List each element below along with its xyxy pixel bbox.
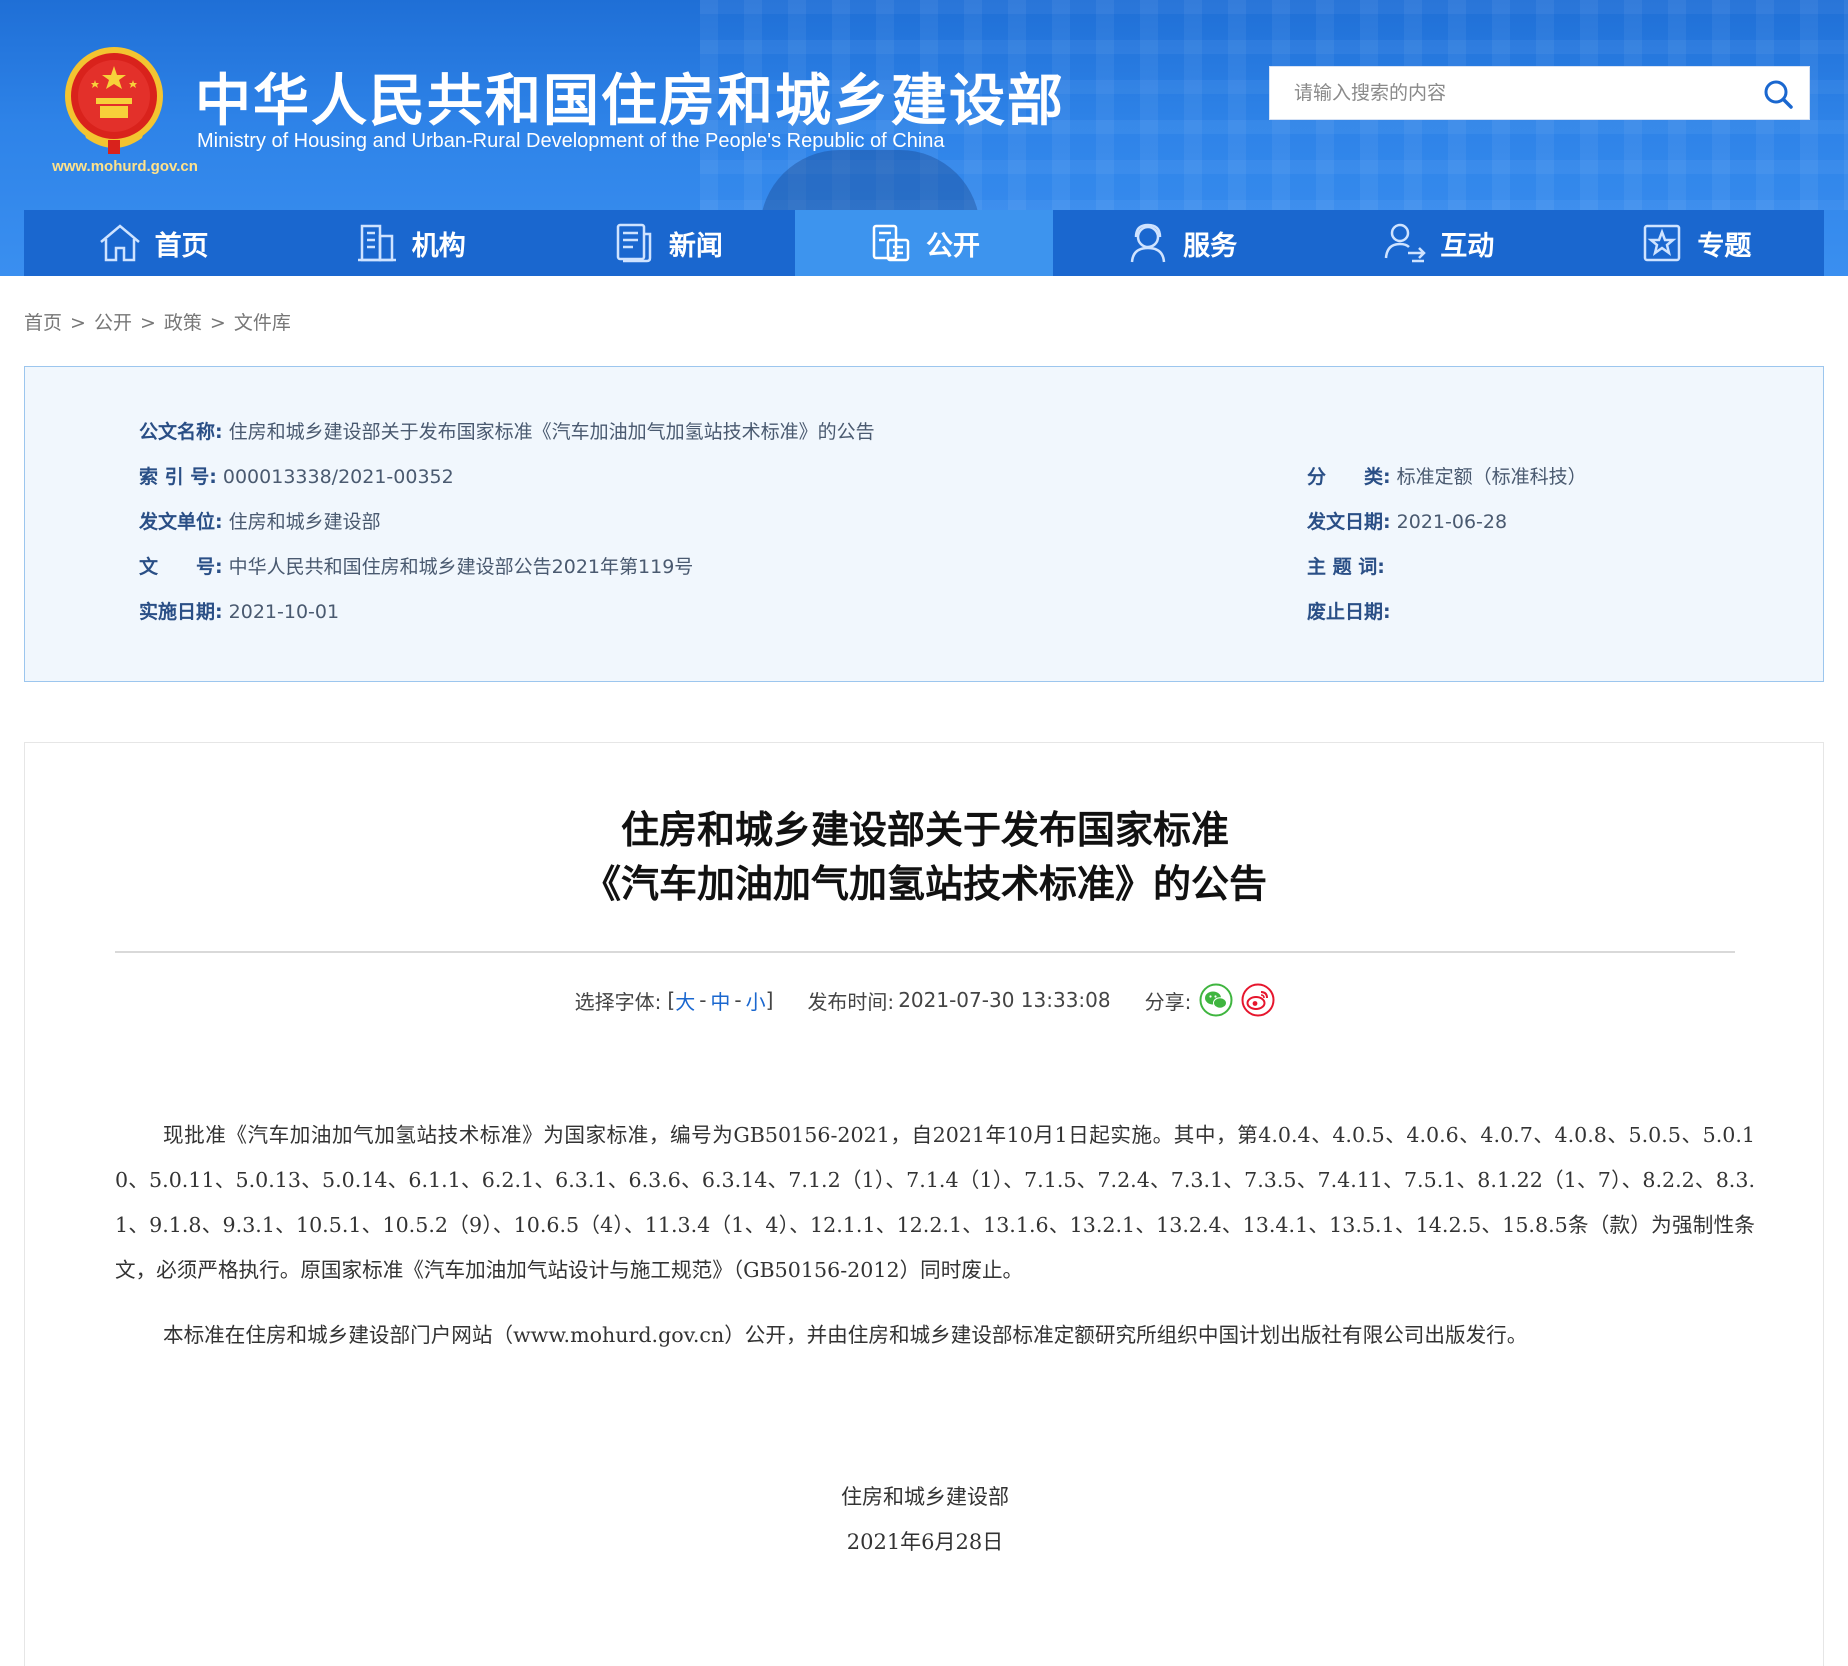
article-title-line-2: 《汽车加油加气加氢站技术标准》的公告: [582, 862, 1267, 906]
topic-star-icon: [1644, 224, 1681, 262]
meta-effective-date: 实施日期: 2021-10-01: [139, 597, 339, 624]
meta-label: 发文日期:: [1307, 511, 1391, 533]
article-paragraph: 本标准在住房和城乡建设部门户网站（www.mohurd.gov.cn）公开，并由…: [163, 1323, 1528, 1347]
meta-label: 废止日期:: [1307, 601, 1391, 623]
meta-category: 分 类: 标准定额（标准科技）: [1307, 462, 1587, 489]
home-icon: [99, 224, 140, 262]
meta-label: 实施日期:: [139, 601, 223, 623]
main-navigation: 首页 机构 新闻 公开 服务 互动 专题: [24, 210, 1824, 276]
font-dash: -: [734, 988, 742, 1012]
site-header: www.mohurd.gov.cn 中华人民共和国住房和城乡建设部 Minist…: [0, 0, 1848, 276]
national-emblem-icon: [65, 47, 163, 154]
nav-item-label: 公开: [925, 230, 980, 262]
meta-doc-number: 文 号: 中华人民共和国住房和城乡建设部公告2021年第119号: [139, 552, 693, 579]
service-icon: [1130, 223, 1166, 263]
font-size-small-button[interactable]: 小: [746, 986, 766, 1015]
meta-subject: 主 题 词:: [1307, 552, 1385, 579]
meta-value: 标准定额（标准科技）: [1396, 466, 1587, 488]
meta-label: 索 引 号:: [139, 466, 217, 488]
building-icon: [357, 224, 396, 262]
meta-index: 索 引 号: 000013338/2021-00352: [139, 462, 454, 489]
meta-value: 2021-10-01: [228, 601, 340, 623]
meta-issuer: 发文单位: 住房和城乡建设部: [139, 507, 381, 534]
meta-issue-date: 发文日期: 2021-06-28: [1307, 507, 1507, 534]
nav-item-service[interactable]: 服务: [1053, 210, 1310, 276]
breadcrumb-policy[interactable]: 政策: [164, 312, 202, 334]
disclosure-icon: [872, 224, 910, 262]
font-size-large-button[interactable]: 大: [675, 986, 695, 1015]
article-title: 住房和城乡建设部关于发布国家标准 《汽车加油加气加氢站技术标准》的公告: [25, 803, 1825, 911]
article-body: 现批准《汽车加油加气加氢站技术标准》为国家标准，编号为GB50156-2021，…: [115, 1113, 1755, 1358]
nav-item-label: 新闻: [668, 230, 723, 262]
signature-date: 2021年6月28日: [846, 1530, 1004, 1554]
breadcrumb-separator: >: [209, 312, 226, 334]
article-container: 住房和城乡建设部关于发布国家标准 《汽车加油加气加氢站技术标准》的公告 选择字体…: [24, 742, 1824, 1666]
font-dash: -: [699, 988, 707, 1012]
meta-abolish-date: 废止日期:: [1307, 597, 1391, 624]
share-label: 分享:: [1144, 989, 1192, 1014]
meta-label: 主 题 词:: [1307, 556, 1385, 578]
nav-item-topics[interactable]: 专题: [1567, 210, 1824, 276]
search-box: [1269, 66, 1810, 120]
nav-item-disclosure[interactable]: 公开: [795, 210, 1053, 276]
meta-doc-name: 公文名称: 住房和城乡建设部关于发布国家标准《汽车加油加气加氢站技术标准》的公告: [139, 417, 875, 444]
nav-item-news[interactable]: 新闻: [538, 210, 795, 276]
nav-item-label: 专题: [1697, 230, 1752, 262]
search-input[interactable]: [1270, 67, 1750, 119]
breadcrumb-separator: >: [70, 312, 86, 334]
signature-organization: 住房和城乡建设部: [841, 1485, 1009, 1509]
article-title-line-1: 住房和城乡建设部关于发布国家标准: [620, 808, 1229, 852]
nav-item-label: 服务: [1183, 230, 1238, 262]
title-divider: [115, 951, 1735, 953]
nav-item-label: 互动: [1440, 230, 1495, 262]
breadcrumb-separator: >: [139, 312, 156, 334]
meta-value: 住房和城乡建设部关于发布国家标准《汽车加油加气加氢站技术标准》的公告: [228, 421, 875, 443]
nav-item-label: 机构: [411, 230, 466, 262]
font-bracket-open: [: [667, 988, 676, 1012]
interaction-icon: [1385, 223, 1427, 263]
search-icon[interactable]: [1761, 77, 1795, 111]
nav-item-home[interactable]: 首页: [24, 210, 281, 276]
breadcrumb: 首页 > 公开 > 政策 > 文件库: [24, 308, 291, 335]
document-metadata-box: 公文名称: 住房和城乡建设部关于发布国家标准《汽车加油加气加氢站技术标准》的公告…: [24, 366, 1824, 682]
breadcrumb-library[interactable]: 文件库: [234, 312, 291, 334]
publish-time: 2021-07-30 13:33:08: [898, 988, 1111, 1012]
publish-time-label: 发布时间:: [807, 989, 895, 1014]
nav-item-interaction[interactable]: 互动: [1310, 210, 1567, 276]
breadcrumb-home[interactable]: 首页: [24, 312, 62, 334]
font-size-medium-button[interactable]: 中: [710, 986, 730, 1015]
wechat-share-icon[interactable]: [1199, 983, 1233, 1017]
meta-value: 住房和城乡建设部: [228, 511, 381, 533]
font-bracket-close: ]: [765, 988, 774, 1012]
weibo-share-icon[interactable]: [1241, 983, 1275, 1017]
site-url: www.mohurd.gov.cn: [52, 158, 198, 175]
meta-label: 发文单位:: [139, 511, 223, 533]
nav-item-organization[interactable]: 机构: [281, 210, 538, 276]
font-select-label: 选择字体:: [574, 989, 662, 1014]
site-title: 中华人民共和国住房和城乡建设部: [195, 69, 1065, 134]
meta-value: 000013338/2021-00352: [222, 466, 454, 488]
news-icon: [616, 223, 652, 263]
nav-item-label: 首页: [154, 230, 209, 262]
meta-label: 文 号:: [139, 556, 223, 578]
meta-value: 2021-06-28: [1396, 511, 1508, 533]
meta-value: 中华人民共和国住房和城乡建设部公告2021年第119号: [228, 556, 694, 578]
article-info-bar: 选择字体: [ 大 - 中 - 小 ] 发布时间: 2021-07-30 13:…: [25, 983, 1825, 1017]
meta-label: 公文名称:: [139, 421, 223, 443]
site-subtitle-english: Ministry of Housing and Urban-Rural Deve…: [197, 130, 945, 152]
breadcrumb-disclosure[interactable]: 公开: [94, 312, 132, 334]
meta-label: 分 类:: [1307, 466, 1391, 488]
article-paragraph: 现批准《汽车加油加气加氢站技术标准》为国家标准，编号为GB50156-2021，…: [115, 1123, 1755, 1282]
